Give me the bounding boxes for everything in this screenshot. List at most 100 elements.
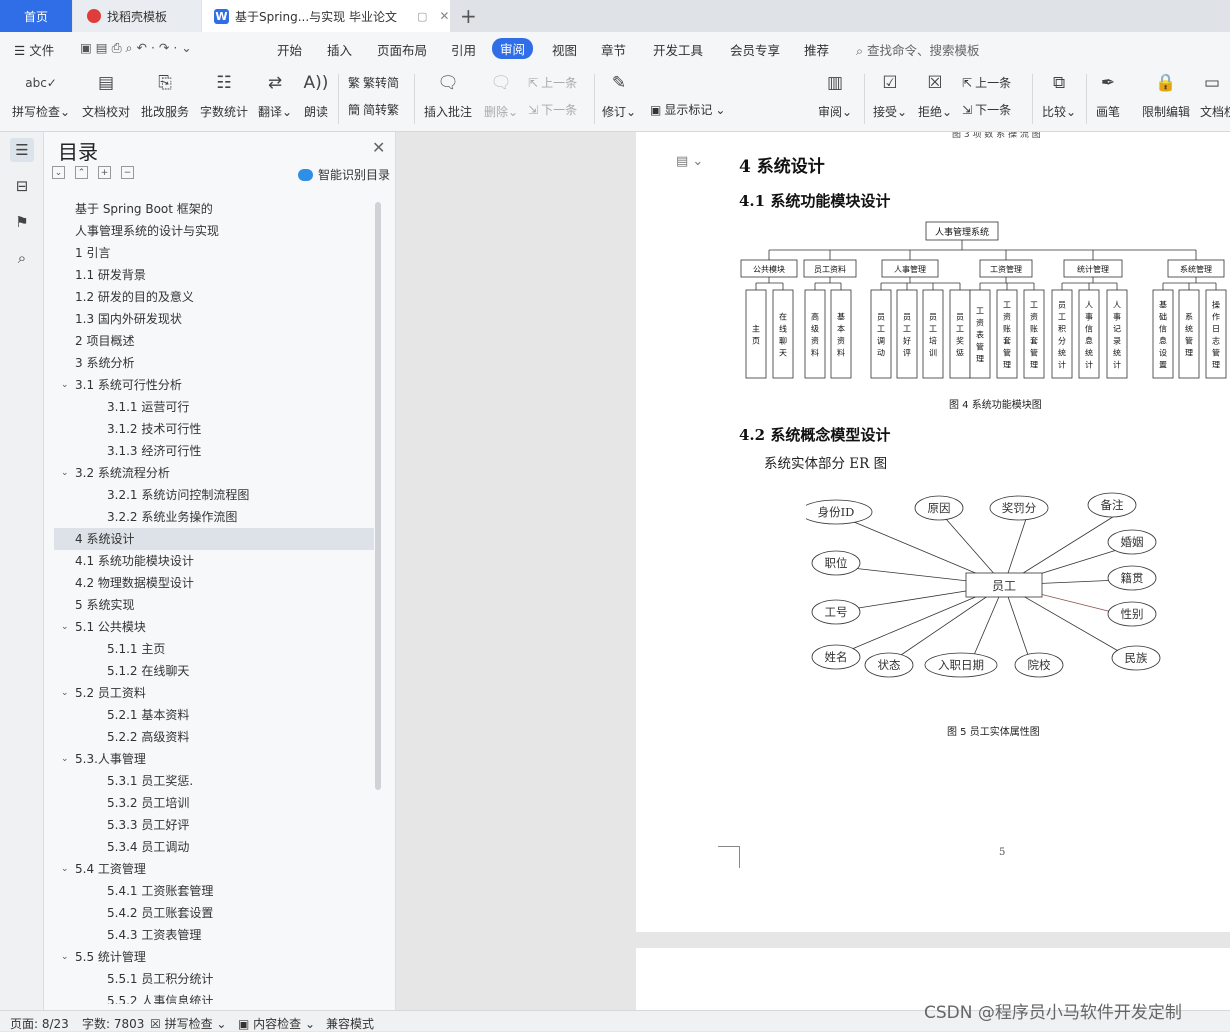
menu-item-recommend[interactable]: 推荐: [804, 40, 829, 59]
toc-item[interactable]: 5.4.3 工资表管理: [54, 924, 374, 946]
track-changes-button[interactable]: ✎ 修订⌄: [602, 70, 636, 120]
restrict-edit-button[interactable]: 🔒 限制编辑: [1142, 70, 1190, 120]
doc-permission-button[interactable]: ▭ 文档权: [1200, 70, 1230, 120]
accept-button[interactable]: ☑ 接受⌄: [873, 70, 907, 120]
toc-item[interactable]: 5.3.3 员工好评: [54, 814, 374, 836]
menu-item-member[interactable]: 会员专享: [730, 40, 780, 59]
toc-item[interactable]: 5.1.2 在线聊天: [54, 660, 374, 682]
file-menu[interactable]: ☰ 文件: [14, 40, 54, 59]
next-change-button[interactable]: ⇲ 下一条: [962, 101, 1011, 118]
toc-item[interactable]: 3.1.1 运营可行: [54, 396, 374, 418]
delete-comment-button[interactable]: 🗨 删除⌄: [484, 70, 518, 120]
pin-icon[interactable]: ▢: [417, 10, 427, 23]
toc-item[interactable]: ⌄ 5.3.人事管理: [54, 748, 374, 770]
batch-service-button[interactable]: ⎘ 批改服务: [141, 70, 189, 120]
collapse-all-icon[interactable]: ⌄: [52, 166, 65, 179]
next-comment-button[interactable]: ⇲ 下一条: [528, 101, 577, 118]
document-page[interactable]: 图 3 项 数 系 操 流 图 ▤ ⌄ 4 系统设计 4.1 系统功能模块设计 …: [636, 132, 1230, 932]
toc-item[interactable]: 3.2.1 系统访问控制流程图: [54, 484, 374, 506]
compare-button[interactable]: ⧉ 比较⌄: [1042, 70, 1076, 120]
toc-item[interactable]: 3.1.3 经济可行性: [54, 440, 374, 462]
word-count-button[interactable]: ☷ 字数统计: [200, 70, 248, 120]
pen-button[interactable]: ✒ 画笔: [1096, 70, 1120, 120]
page-doc-icon[interactable]: ▤ ⌄: [676, 154, 703, 169]
minus-icon[interactable]: −: [121, 166, 134, 179]
toc-item[interactable]: 5 系统实现: [54, 594, 374, 616]
add-tab-icon[interactable]: +: [460, 4, 477, 28]
word-count-indicator[interactable]: 字数: 7803: [82, 1015, 144, 1032]
menu-item-reference[interactable]: 引用: [451, 40, 476, 59]
chevron-down-icon[interactable]: ⌄: [61, 748, 69, 770]
chevron-down-icon[interactable]: ⌄: [61, 616, 69, 638]
simp-to-trad-button[interactable]: 簡简转繁: [348, 101, 399, 118]
translate-button[interactable]: ⇄ 翻译⌄: [258, 70, 292, 120]
menu-item-view[interactable]: 视图: [552, 40, 577, 59]
prev-comment-button[interactable]: ⇱ 上一条: [528, 74, 577, 91]
toc-item[interactable]: 1.2 研发的目的及意义: [54, 286, 374, 308]
toc-item[interactable]: 2 项目概述: [54, 330, 374, 352]
toc-item[interactable]: 5.1.1 主页: [54, 638, 374, 660]
spell-check-button[interactable]: abc✓ 拼写检查⌄: [12, 70, 70, 120]
toc-item[interactable]: 5.3.4 员工调动: [54, 836, 374, 858]
tab-home[interactable]: 首页: [0, 0, 72, 32]
toc-item[interactable]: ⌄ 3.1 系统可行性分析: [54, 374, 374, 396]
chevron-down-icon[interactable]: ⌄: [61, 374, 69, 396]
toc-item[interactable]: 5.5.2 人事信息统计: [54, 990, 374, 1004]
toc-item[interactable]: ⌄ 5.4 工资管理: [54, 858, 374, 880]
toc-panel-icon[interactable]: ☰: [10, 138, 34, 162]
toc-item[interactable]: 3.1.2 技术可行性: [54, 418, 374, 440]
menu-item-insert[interactable]: 插入: [327, 40, 352, 59]
chapter-nav-icon[interactable]: ⊟: [10, 174, 34, 198]
toc-item[interactable]: 基于 Spring Boot 框架的: [54, 198, 374, 220]
toc-item[interactable]: 5.2.2 高级资料: [54, 726, 374, 748]
toc-item[interactable]: 5.3.1 员工奖惩.: [54, 770, 374, 792]
spell-check-status[interactable]: ☒ 拼写检查 ⌄: [150, 1015, 226, 1032]
toc-item[interactable]: 1.3 国内外研发现状: [54, 308, 374, 330]
quick-access-icons[interactable]: ▣ ▤ ⎙ ⌕ ↶ · ↷ · ⌄: [80, 40, 192, 56]
search-icon[interactable]: ⌕: [10, 246, 34, 270]
menu-item-review[interactable]: 审阅: [492, 38, 534, 59]
close-icon[interactable]: ✕: [372, 138, 385, 157]
chevron-down-icon[interactable]: ⌄: [61, 462, 69, 484]
command-search[interactable]: ⌕ 查找命令、搜索模板: [856, 40, 980, 59]
toc-item[interactable]: 5.4.2 员工账套设置: [54, 902, 374, 924]
toc-item[interactable]: 5.3.2 员工培训: [54, 792, 374, 814]
menu-item-devtools[interactable]: 开发工具: [653, 40, 703, 59]
toc-scrollbar[interactable]: [375, 202, 381, 790]
toc-item[interactable]: 4 系统设计: [54, 528, 374, 550]
trad-to-simp-button[interactable]: 繁繁转简: [348, 74, 399, 91]
plus-icon[interactable]: +: [98, 166, 111, 179]
close-icon[interactable]: ✕: [439, 9, 449, 23]
expand-up-icon[interactable]: ⌃: [75, 166, 88, 179]
chevron-down-icon[interactable]: ⌄: [61, 946, 69, 968]
toc-item[interactable]: ⌄ 3.2 系统流程分析: [54, 462, 374, 484]
review-pane-button[interactable]: ▥ 审阅⌄: [818, 70, 852, 120]
read-aloud-button[interactable]: A)) 朗读: [304, 70, 329, 120]
menu-item-layout[interactable]: 页面布局: [377, 40, 427, 59]
tab-docer[interactable]: 找稻壳模板: [73, 0, 201, 32]
toc-item[interactable]: 3 系统分析: [54, 352, 374, 374]
chevron-down-icon[interactable]: ⌄: [61, 682, 69, 704]
toc-item[interactable]: 4.1 系统功能模块设计: [54, 550, 374, 572]
toc-item[interactable]: ⌄ 5.1 公共模块: [54, 616, 374, 638]
toc-item[interactable]: ⌄ 5.5 统计管理: [54, 946, 374, 968]
toc-item[interactable]: 5.2.1 基本资料: [54, 704, 374, 726]
page-indicator[interactable]: 页面: 8/23: [10, 1015, 69, 1032]
toc-item[interactable]: 人事管理系统的设计与实现: [54, 220, 374, 242]
show-markup-button[interactable]: ▣ 显示标记 ⌄: [650, 101, 725, 118]
toc-item[interactable]: 1.1 研发背景: [54, 264, 374, 286]
toc-item[interactable]: 4.2 物理数据模型设计: [54, 572, 374, 594]
prev-change-button[interactable]: ⇱ 上一条: [962, 74, 1011, 91]
toc-item[interactable]: ⌄ 5.2 员工资料: [54, 682, 374, 704]
content-check-status[interactable]: ▣ 内容检查 ⌄: [238, 1015, 315, 1032]
reject-button[interactable]: ☒ 拒绝⌄: [918, 70, 952, 120]
toc-item[interactable]: 5.5.1 员工积分统计: [54, 968, 374, 990]
menu-item-chapter[interactable]: 章节: [601, 40, 626, 59]
proofread-button[interactable]: ▤ 文档校对: [82, 70, 130, 120]
tab-document[interactable]: W 基于Spring...与实现 毕业论文 ▢ ✕: [202, 0, 450, 32]
insert-comment-button[interactable]: 🗨 插入批注: [424, 70, 472, 120]
toc-item[interactable]: 1 引言: [54, 242, 374, 264]
smart-toc-button[interactable]: 智能识别目录: [298, 166, 390, 183]
toc-item[interactable]: 5.4.1 工资账套管理: [54, 880, 374, 902]
menu-item-start[interactable]: 开始: [277, 40, 302, 59]
